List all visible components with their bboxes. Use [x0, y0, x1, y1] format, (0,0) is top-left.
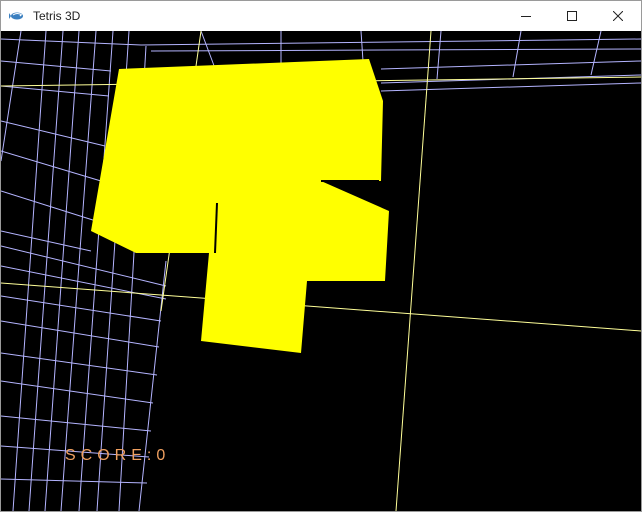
game-scene — [1, 31, 641, 511]
window-title: Tetris 3D — [33, 9, 81, 23]
close-button[interactable] — [595, 1, 641, 31]
app-window: Tetris 3D SCORE:0 — [0, 0, 642, 512]
fish-app-icon — [9, 12, 23, 20]
score-display: SCORE:0 — [65, 447, 171, 464]
minimize-icon — [521, 16, 531, 17]
close-icon — [613, 11, 623, 21]
minimize-button[interactable] — [503, 1, 549, 31]
game-viewport[interactable]: SCORE:0 — [1, 31, 641, 511]
maximize-button[interactable] — [549, 1, 595, 31]
maximize-icon — [567, 11, 577, 21]
title-bar[interactable]: Tetris 3D — [1, 1, 641, 31]
